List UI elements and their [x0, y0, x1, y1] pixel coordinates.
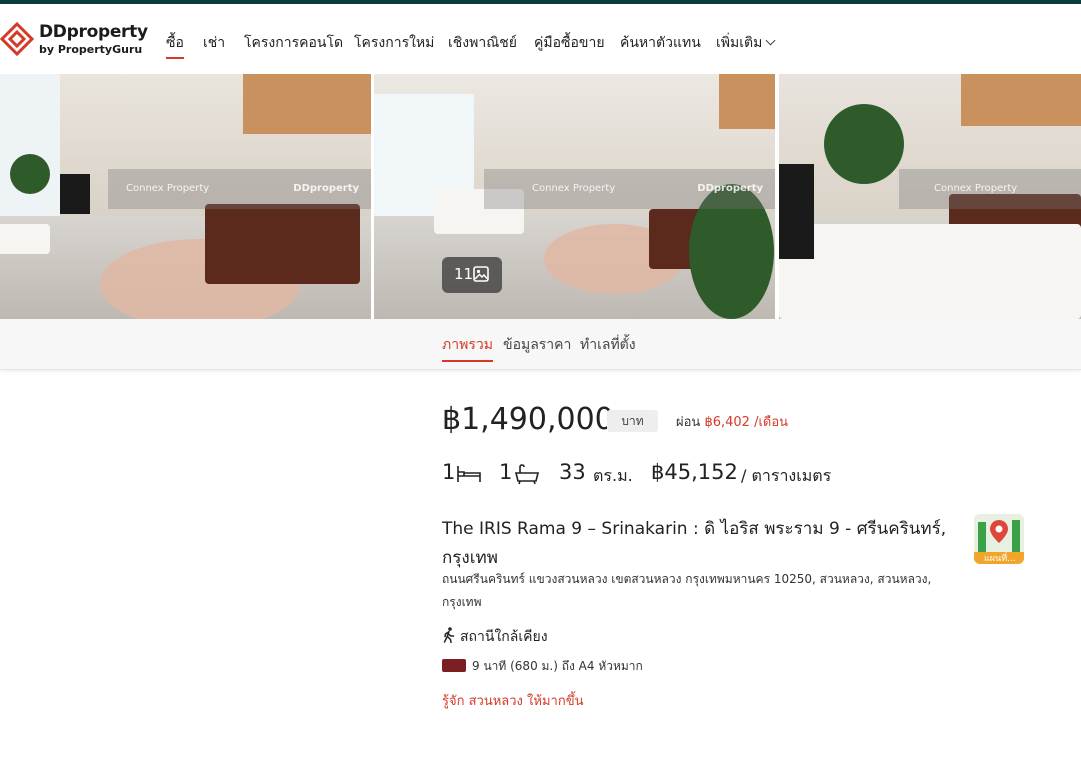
- nav-item-commercial[interactable]: เชิงพาณิชย์: [448, 32, 517, 54]
- photo-gallery[interactable]: Connex Property DDproperty Connex Proper…: [0, 74, 1081, 319]
- photo-watermark-3: Connex Property: [899, 169, 1081, 209]
- gallery-photo-3[interactable]: Connex Property: [779, 74, 1081, 319]
- logo-tagline: by PropertyGuru: [39, 43, 143, 56]
- tab-overview[interactable]: ภาพรวม: [442, 334, 493, 362]
- price-unit-badge: บาท: [607, 410, 658, 432]
- price-per-area-unit: / ตารางเมตร: [741, 466, 832, 485]
- area-guide-link[interactable]: รู้จัก สวนหลวง ให้มากขึ้น: [442, 690, 583, 711]
- station-item: 9 นาที (680 ม.) ถึง A4 หัวหมาก: [442, 657, 643, 676]
- area-value: 33: [559, 460, 586, 484]
- nav-item-buy[interactable]: ซื้อ: [166, 32, 184, 59]
- installment-info: ผ่อน ฿6,402 /เดือน: [676, 411, 788, 432]
- gallery-photo-1[interactable]: Connex Property DDproperty: [0, 74, 371, 319]
- nav-item-more[interactable]: เพิ่มเติม: [716, 32, 776, 54]
- nearby-stations-heading: สถานีใกล้เคียง: [442, 626, 548, 648]
- ddproperty-logo[interactable]: DDproperty by PropertyGuru: [0, 22, 150, 62]
- nav-item-find-agent[interactable]: ค้นหาตัวแทน: [620, 32, 701, 54]
- area-unit: ตร.ม.: [593, 466, 633, 485]
- tab-location[interactable]: ทำเลที่ตั้ง: [580, 334, 636, 356]
- bathtub-icon: [514, 464, 540, 485]
- bed-icon: [457, 466, 481, 482]
- logo-name: DDproperty: [39, 22, 148, 42]
- listing-price: ฿1,490,000: [442, 402, 614, 437]
- ddproperty-logo-icon: [0, 22, 34, 56]
- chevron-down-icon: [765, 35, 776, 46]
- section-tabs: ภาพรวม ข้อมูลราคา ทำเลที่ตั้ง: [0, 319, 1081, 370]
- tab-price-info[interactable]: ข้อมูลราคา: [503, 334, 571, 356]
- photo-watermark: Connex Property DDproperty: [108, 169, 371, 209]
- image-icon: [473, 266, 489, 282]
- photo-count: 11: [454, 265, 474, 283]
- listing-title: The IRIS Rama 9 – Srinakarin : ดิ ไอริส …: [442, 519, 947, 568]
- listing-address: ถนนศรีนครินทร์ แขวงสวนหลวง เขตสวนหลวง กร…: [442, 572, 932, 609]
- nav-item-more-label: เพิ่มเติม: [716, 35, 763, 51]
- map-label: แผนที่...: [984, 554, 1016, 564]
- nav-item-new-projects[interactable]: โครงการใหม่: [354, 32, 434, 54]
- walking-icon: [443, 627, 455, 644]
- nav-item-rent[interactable]: เช่า: [203, 32, 225, 54]
- bathroom-count: 1: [499, 460, 513, 484]
- nav-item-buying-guide[interactable]: คู่มือซื้อขาย: [534, 32, 605, 54]
- bedroom-count: 1: [442, 460, 456, 484]
- gallery-photo-2[interactable]: Connex Property DDproperty: [374, 74, 775, 319]
- photo-count-badge[interactable]: 11: [442, 257, 502, 293]
- station-distance-text: 9 นาที (680 ม.) ถึง A4 หัวหมาก: [472, 659, 643, 673]
- map-thumbnail[interactable]: แผนที่...: [974, 514, 1024, 564]
- price-per-area: ฿45,152: [651, 460, 738, 484]
- photo-watermark-2: Connex Property DDproperty: [484, 169, 775, 209]
- transit-line-badge: [442, 659, 466, 672]
- installment-amount: ฿6,402 /เดือน: [704, 415, 789, 430]
- installment-label: ผ่อน: [676, 415, 701, 430]
- nav-item-condo-projects[interactable]: โครงการคอนโด: [244, 32, 343, 54]
- nearby-stations-label: สถานีใกล้เคียง: [460, 629, 548, 645]
- site-header: DDproperty by PropertyGuru ซื้อ เช่า โคร…: [0, 4, 1081, 74]
